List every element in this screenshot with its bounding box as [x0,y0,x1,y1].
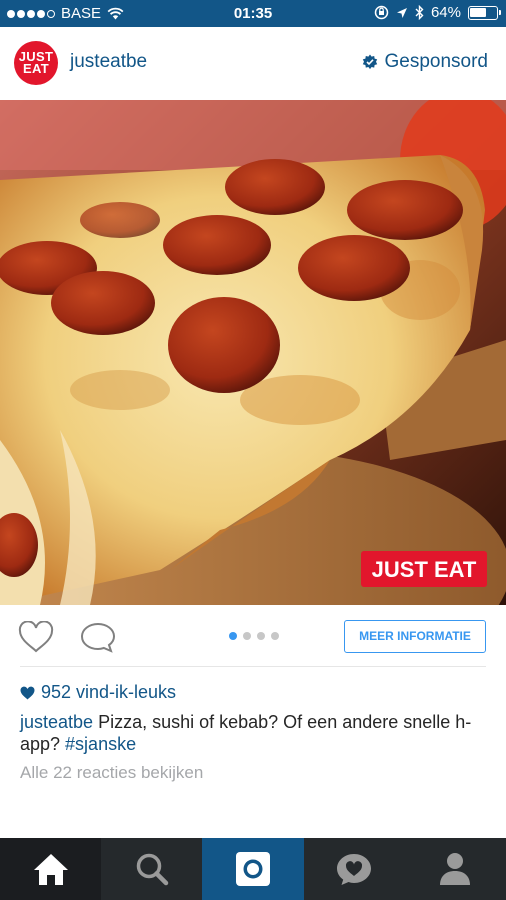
heart-filled-icon [20,686,35,699]
like-heart-icon[interactable] [18,621,54,653]
tab-profile[interactable] [405,838,506,900]
caption-hashtag[interactable]: #sjanske [65,734,136,754]
tab-home[interactable] [0,838,102,900]
status-bar: BASE 01:35 64% [0,0,506,27]
caption: justeatbe Pizza, sushi of kebab? Of een … [20,711,486,755]
profile-icon [440,853,471,885]
post-actions: MEER INFORMATIE [0,605,506,667]
battery-level [470,7,486,17]
pager-dot [243,632,251,640]
camera-icon [235,852,270,886]
username-link[interactable]: justeatbe [70,51,147,73]
sponsored-link[interactable]: Gesponsord [362,51,488,73]
tab-activity[interactable] [304,838,405,900]
orientation-lock-icon [374,5,389,20]
more-info-button[interactable]: MEER INFORMATIE [344,620,486,653]
status-right: 64% [374,4,501,21]
post-photo[interactable]: JUST EAT [0,100,506,605]
pager-dot [271,632,279,640]
post-header: JUST EAT justeatbe Gesponsord [0,27,506,100]
tab-camera[interactable] [202,838,304,900]
divider [20,666,486,667]
tab-search[interactable] [101,838,202,900]
carousel-pager [229,632,279,640]
just-eat-logo: JUST EAT [361,551,487,587]
avatar-text-bottom: EAT [23,61,49,76]
photo-logo-text: JUST EAT [372,557,477,582]
search-icon [136,853,169,886]
view-comments-link[interactable]: Alle 22 reacties bekijken [20,763,203,783]
battery-icon [468,5,501,20]
caption-username[interactable]: justeatbe [20,712,93,732]
activity-icon [337,854,372,885]
likes-count[interactable]: 952 vind-ik-leuks [20,682,176,703]
battery-percent: 64% [430,4,461,21]
comment-bubble-icon[interactable] [80,621,116,653]
bluetooth-icon [415,5,424,20]
avatar[interactable]: JUST EAT [14,41,58,85]
location-arrow-icon [396,7,407,18]
sponsored-icon [363,54,378,70]
home-icon [33,854,68,885]
sponsored-label: Gesponsord [384,51,488,72]
pager-dot [257,632,265,640]
tab-bar [0,838,506,900]
pager-dot [229,632,237,640]
likes-label: 952 vind-ik-leuks [41,682,177,702]
